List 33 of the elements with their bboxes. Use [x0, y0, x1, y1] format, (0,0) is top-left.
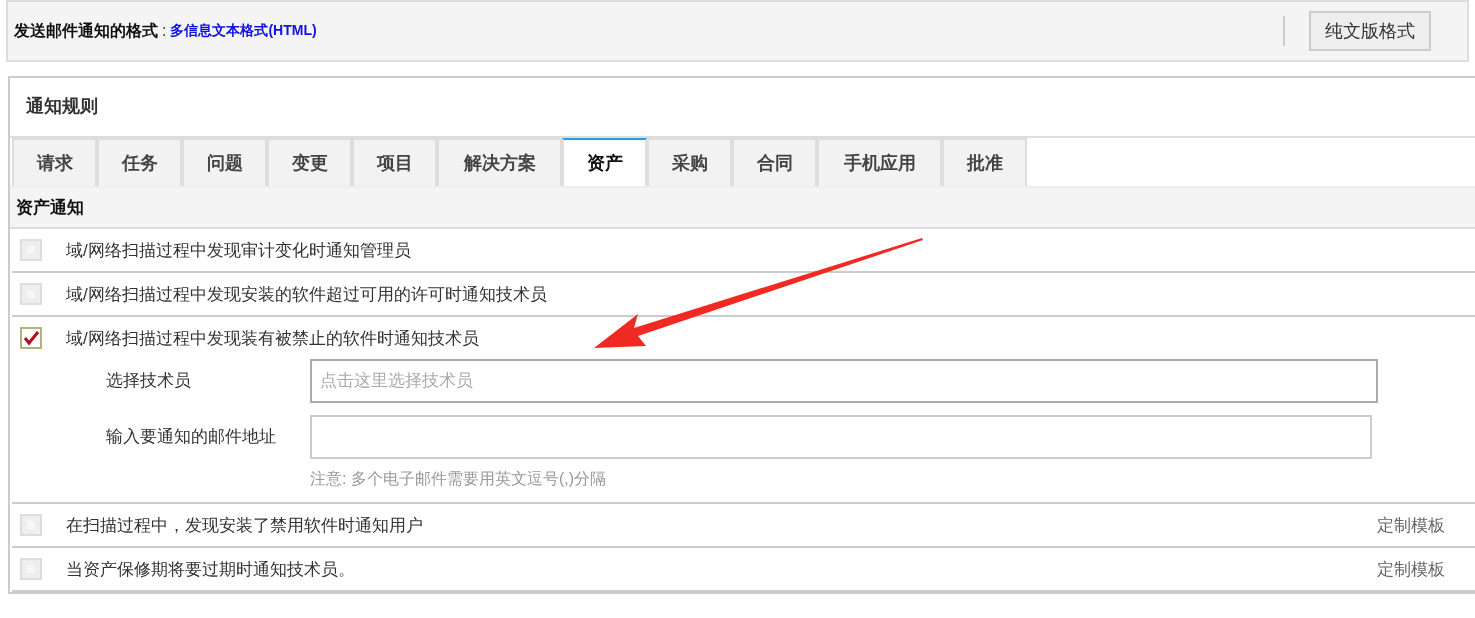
rule-label: 当资产保修期将要过期时通知技术员。 — [66, 558, 355, 581]
input-field[interactable] — [310, 415, 1372, 459]
checkbox[interactable] — [20, 283, 42, 305]
input-field[interactable]: 点击这里选择技术员 — [310, 359, 1378, 403]
rule-label: 域/网络扫描过程中发现安装的软件超过可用的许可时通知技术员 — [66, 283, 547, 306]
tab[interactable]: 任务 — [97, 138, 182, 186]
tab[interactable]: 资产 — [562, 138, 647, 186]
tab[interactable]: 解决方案 — [437, 138, 562, 186]
plain-text-format-button[interactable]: 纯文版格式 — [1309, 11, 1431, 51]
field-note: 注意: 多个电子邮件需要用英文逗号(,)分隔 — [310, 469, 607, 489]
checkbox[interactable] — [20, 327, 42, 349]
custom-template-link[interactable]: 定制模板 — [1377, 557, 1445, 581]
format-label: 发送邮件通知的格式 — [14, 20, 158, 41]
custom-template-link[interactable]: 定制模板 — [1377, 513, 1445, 537]
checkbox[interactable] — [20, 239, 42, 261]
field-label: 选择技术员 — [106, 370, 192, 392]
tab[interactable]: 手机应用 — [817, 138, 942, 186]
tab[interactable]: 合同 — [732, 138, 817, 186]
section-header: 资产通知 — [10, 186, 1475, 229]
rule-label: 在扫描过程中，发现安装了禁用软件时通知用户 — [66, 514, 423, 537]
tab[interactable]: 问题 — [182, 138, 267, 186]
format-separator: : — [162, 22, 167, 40]
tab[interactable]: 项目 — [352, 138, 437, 186]
rule-label: 域/网络扫描过程中发现审计变化时通知管理员 — [66, 239, 411, 262]
tab[interactable]: 采购 — [647, 138, 732, 186]
tab[interactable]: 变更 — [267, 138, 352, 186]
rule-label: 域/网络扫描过程中发现装有被禁止的软件时通知技术员 — [66, 327, 479, 350]
field-label: 输入要通知的邮件地址 — [106, 426, 277, 448]
tab[interactable]: 批准 — [942, 138, 1027, 186]
format-value: 多信息文本格式(HTML) — [170, 22, 317, 40]
tab[interactable]: 请求 — [12, 138, 97, 186]
checkbox[interactable] — [20, 558, 42, 580]
checkbox[interactable] — [20, 514, 42, 536]
